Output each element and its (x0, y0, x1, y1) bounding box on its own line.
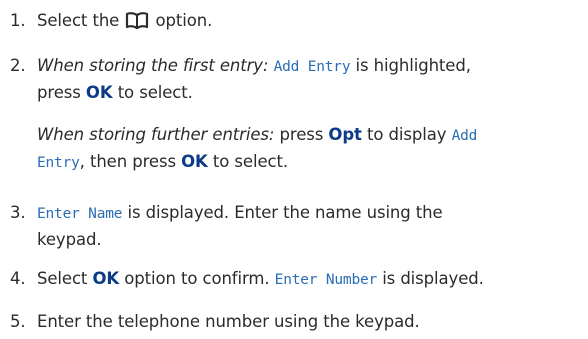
display-text-add: Add (451, 128, 478, 144)
step-text: to select. (212, 152, 288, 171)
condition-label: When storing further entries: (37, 125, 275, 144)
step-text: , then press (79, 152, 176, 171)
ok-key-label: OK (181, 152, 208, 171)
display-text-enter-number: Enter Number (274, 272, 378, 288)
step-text: Enter the telephone number using the key… (37, 312, 420, 331)
step-number: 1. (10, 11, 26, 30)
step-number: 5. (10, 312, 26, 331)
display-text-add-entry: Add Entry (273, 59, 351, 75)
ok-key-label: OK (92, 269, 120, 288)
step-text: is displayed. (382, 269, 484, 288)
display-text-entry: Entry (37, 155, 80, 171)
step-text: keypad. (37, 230, 102, 249)
step-text: Select (37, 269, 88, 288)
step-text: is highlighted, (355, 56, 471, 75)
step-text: option to confirm. (124, 269, 270, 288)
step-text: press (279, 125, 324, 144)
step-text: press (37, 83, 81, 102)
step-number: 2. (10, 56, 26, 75)
step-number: 3. (10, 203, 26, 222)
step-text: to display (367, 125, 447, 144)
phonebook-icon (126, 12, 149, 29)
condition-label: When storing the first entry: (37, 56, 269, 75)
display-text-enter-name: Enter Name (37, 206, 123, 222)
step-text: option. (155, 11, 213, 30)
step-number: 4. (10, 269, 26, 288)
step-text: to select. (117, 83, 193, 102)
instruction-list: 1. Select the option. 2. When storing th… (0, 0, 588, 339)
step-text: Select the (37, 11, 120, 30)
ok-key-label: OK (85, 83, 113, 102)
step-text: is displayed. Enter the name using the (127, 203, 443, 222)
opt-key-label: Opt (328, 125, 362, 144)
